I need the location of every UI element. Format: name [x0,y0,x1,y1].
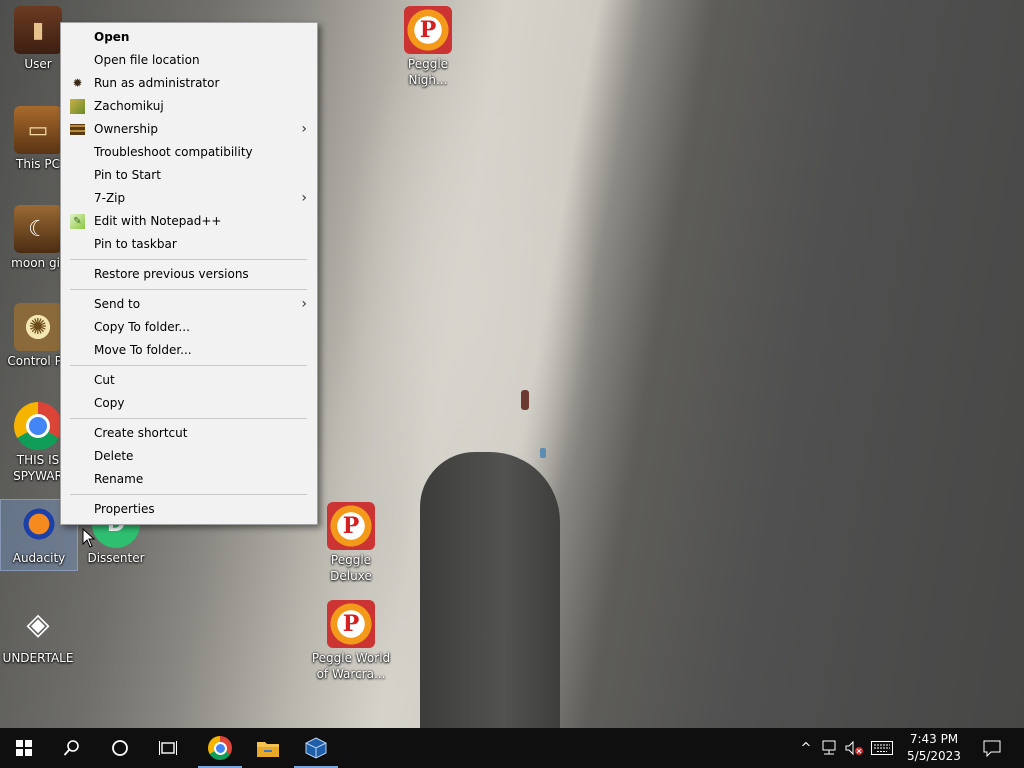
menu-item-open-file-location[interactable]: Open file location [61,49,317,72]
menu-item-rename[interactable]: Rename [61,468,317,491]
touch-keyboard-button[interactable] [869,738,895,758]
user-folder-icon: ▮ [14,6,62,54]
volume-tray-button[interactable] [843,738,865,758]
menu-item-cut[interactable]: Cut [61,369,317,392]
moon-girl-icon: ☾ [14,205,62,253]
menu-item-restore-previous-versions[interactable]: Restore previous versions [61,263,317,286]
submenu-arrow-icon: › [301,190,307,206]
context-menu: Open Open file location ✹ Run as adminis… [60,22,318,525]
menu-item-send-to[interactable]: Send to › [61,293,317,316]
network-icon [822,740,836,755]
menu-item-ownership[interactable]: Ownership › [61,118,317,141]
task-view-icon [159,741,177,755]
folder-icon [257,742,279,757]
peggle-deluxe-icon: P [327,502,375,550]
menu-item-edit-with-notepad-plus-plus[interactable]: ✎ Edit with Notepad++ [61,210,317,233]
zachomikuj-icon [70,99,85,114]
virtualbox-icon [305,737,327,759]
submenu-arrow-icon: › [301,296,307,312]
clock-time: 7:43 PM [909,732,959,746]
clock-date: 5/5/2023 [907,749,961,763]
desktop-icon-peggle-deluxe[interactable]: P Peggle Deluxe [313,502,389,584]
menu-item-open[interactable]: Open [61,26,317,49]
volume-muted-icon [845,740,863,756]
peggle-nights-icon: P [404,6,452,54]
desktop-icon-undertale[interactable]: ◈ UNDERTALE [0,600,76,666]
mouse-cursor-icon [82,528,96,548]
chrome-icon [14,402,62,450]
task-view-button[interactable] [144,728,192,768]
action-center-button[interactable] [980,738,1004,758]
start-button[interactable] [0,728,48,768]
wallpaper-rock [420,452,560,728]
menu-separator [70,418,307,419]
desktop-icon-peggle-wow[interactable]: P Peggle World of Warcra... [306,600,396,682]
taskbar: ^ 7:43 PM 5/5/2023 [0,728,1024,768]
notification-icon [983,740,1001,757]
menu-item-copy-to-folder[interactable]: Copy To folder... [61,316,317,339]
search-icon [63,740,79,756]
desktop-icon-peggle-nights[interactable]: P Peggle Nigh... [390,6,466,88]
ownership-icon [70,124,85,135]
windows-logo-icon [16,740,32,756]
menu-item-pin-to-start[interactable]: Pin to Start [61,164,317,187]
chevron-up-icon: ^ [800,740,812,756]
menu-item-copy[interactable]: Copy [61,392,317,415]
control-panel-icon: ✺ [14,303,62,351]
notepad-plus-plus-icon: ✎ [70,214,85,229]
menu-item-move-to-folder[interactable]: Move To folder... [61,339,317,362]
wallpaper-climber [540,448,546,458]
taskbar-virtualbox-button[interactable] [292,728,340,768]
menu-item-troubleshoot-compatibility[interactable]: Troubleshoot compatibility [61,141,317,164]
menu-item-zachomikuj[interactable]: Zachomikuj [61,95,317,118]
computer-icon: ▭ [14,106,62,154]
menu-item-delete[interactable]: Delete [61,445,317,468]
cortana-circle-icon [112,740,128,756]
network-tray-button[interactable] [819,738,841,758]
taskbar-chrome-button[interactable] [196,728,244,768]
peggle-wow-icon: P [327,600,375,648]
search-button[interactable] [48,728,96,768]
unity-icon: ◈ [26,606,50,642]
show-hidden-icons-button[interactable]: ^ [795,738,817,758]
keyboard-icon [871,741,893,755]
menu-separator [70,289,307,290]
menu-item-run-as-administrator[interactable]: ✹ Run as administrator [61,72,317,95]
menu-item-7-zip[interactable]: 7-Zip › [61,187,317,210]
taskbar-file-explorer-button[interactable] [244,728,292,768]
menu-separator [70,365,307,366]
audacity-icon: ∩ [15,500,63,548]
chrome-icon [208,736,232,760]
admin-shield-icon: ✹ [72,76,83,90]
wallpaper-climber [521,390,529,410]
submenu-arrow-icon: › [301,121,307,137]
menu-item-create-shortcut[interactable]: Create shortcut [61,422,317,445]
taskbar-clock[interactable]: 7:43 PM 5/5/2023 [898,731,970,765]
menu-separator [70,259,307,260]
menu-item-properties[interactable]: Properties [61,498,317,521]
menu-separator [70,494,307,495]
menu-item-pin-to-taskbar[interactable]: Pin to taskbar [61,233,317,256]
cortana-button[interactable] [96,728,144,768]
